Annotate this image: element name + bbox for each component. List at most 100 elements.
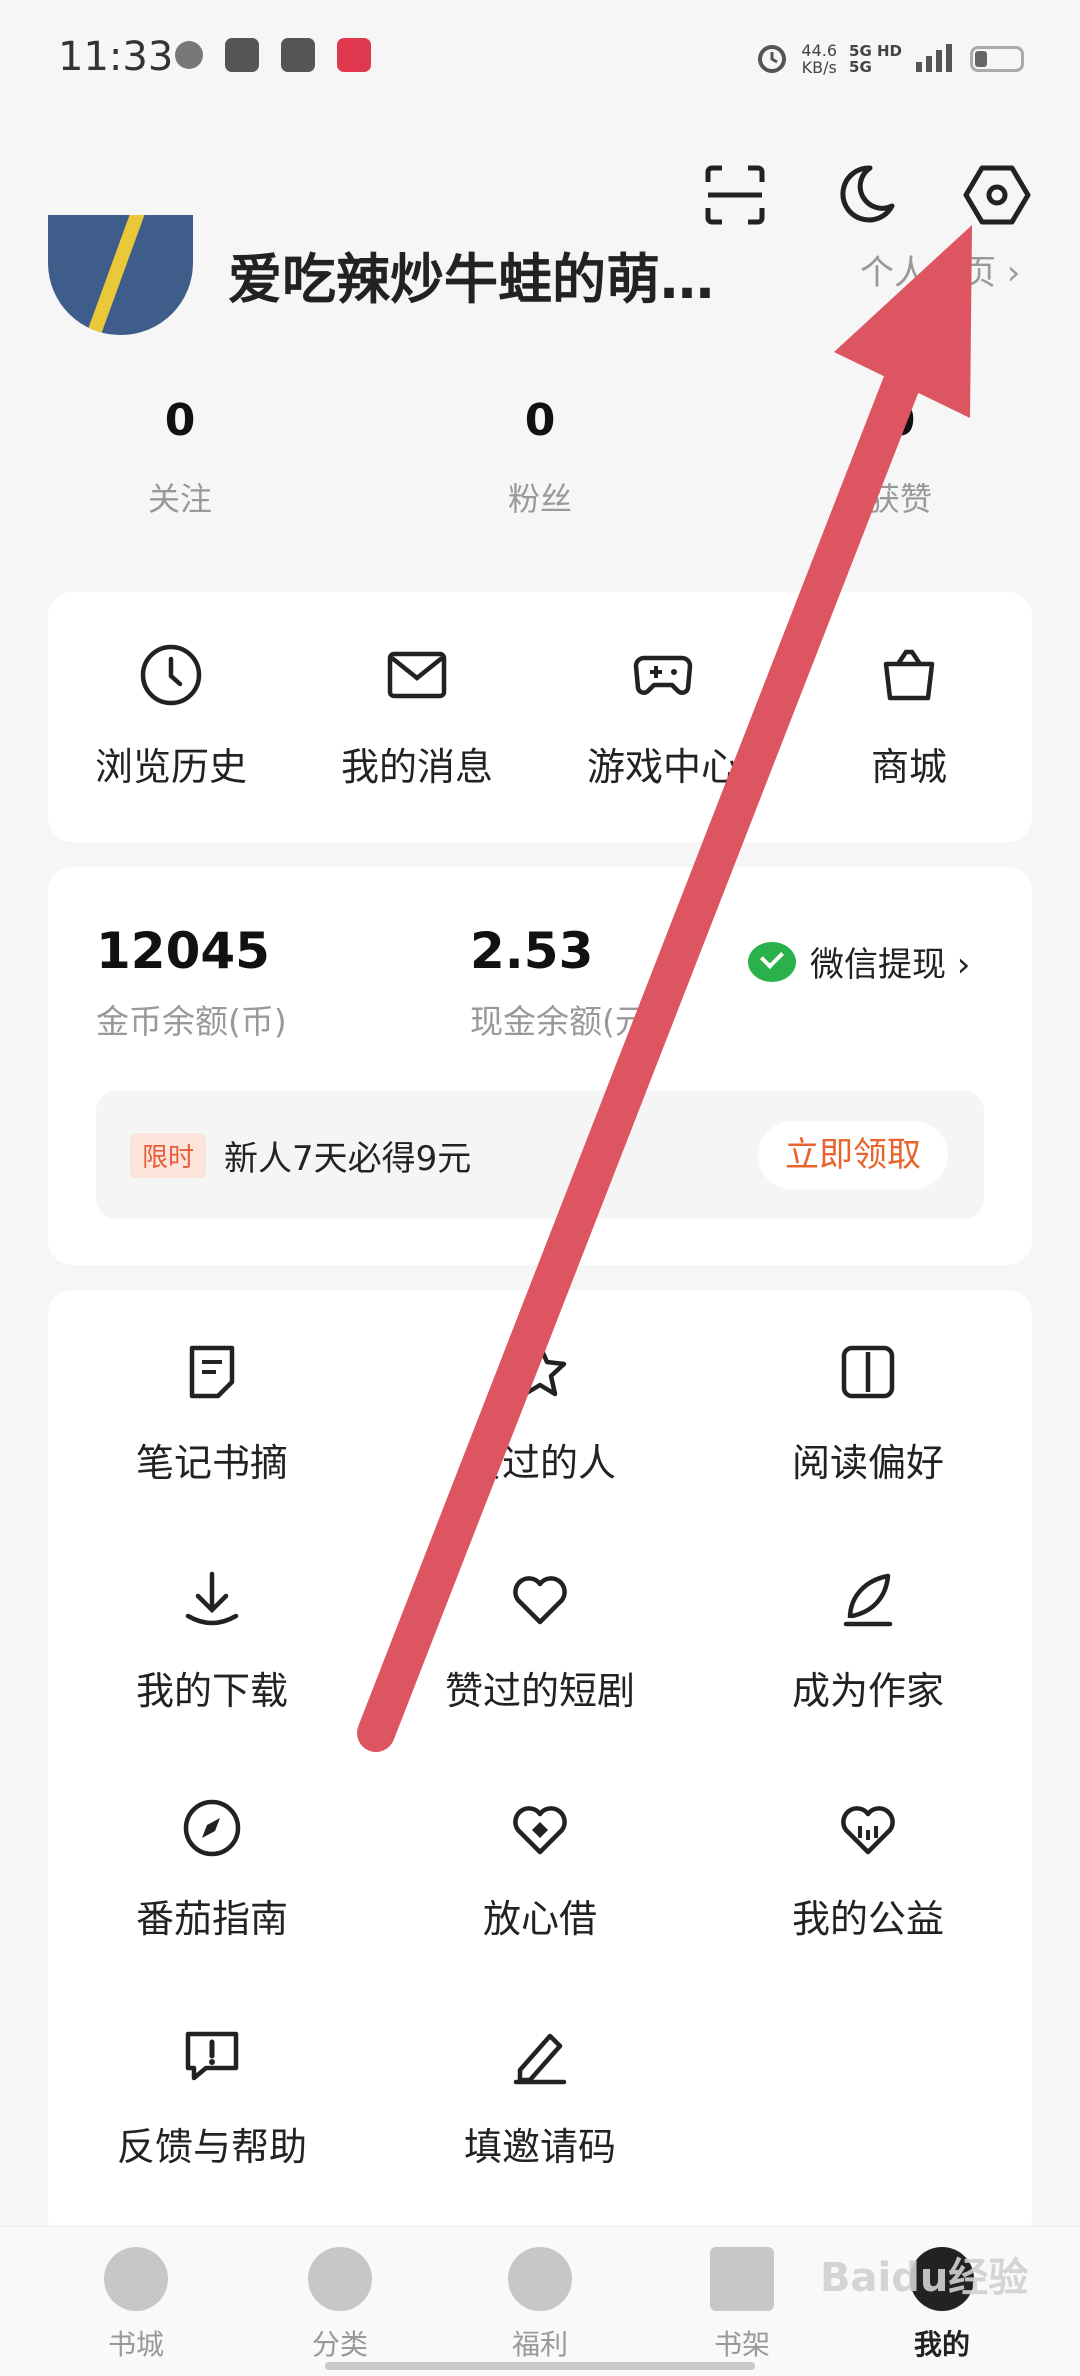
nav-tab-label: 书城 (107, 2328, 164, 2361)
bookshelf-icon (710, 2247, 774, 2311)
signal-bars-icon (914, 42, 958, 76)
features-grid-card: 笔记书摘 赞过的人 阅读偏好 我的下载 赞过的短剧 成为作家 番茄指南 放心借 … (48, 1290, 1032, 2240)
grid-item-label: 笔记书摘 (135, 1441, 288, 1485)
settings-icon (963, 165, 1031, 225)
quick-link-label: 商城 (870, 745, 947, 789)
nav-tab-label: 福利 (511, 2328, 568, 2361)
stat-label: 粉丝 (507, 480, 572, 518)
scan-button[interactable] (700, 160, 770, 230)
claim-button[interactable]: 立即领取 (758, 1121, 948, 1189)
grid-item-guide[interactable]: 番茄指南 (48, 1796, 376, 1943)
quick-link-label: 游戏中心 (586, 745, 739, 789)
category-icon (308, 2247, 372, 2311)
network-speed-unit: KB/s (801, 58, 837, 77)
status-time: 11:33 (58, 34, 174, 80)
grid-item-label: 成为作家 (791, 1669, 944, 1713)
home-indicator[interactable] (325, 2362, 755, 2370)
quick-link-label: 我的消息 (340, 745, 493, 789)
nav-tab-label: 分类 (311, 2328, 368, 2361)
download-icon (185, 1571, 239, 1626)
quick-link-messages[interactable]: 我的消息 (294, 642, 540, 791)
star-icon (513, 1343, 567, 1397)
promo-banner[interactable]: 限时 新人7天必得9元 立即领取 (96, 1091, 984, 1219)
grid-item-label: 填邀请码 (463, 2125, 616, 2169)
grid-item-feedback[interactable]: 反馈与帮助 (48, 2024, 376, 2171)
shield-icon (225, 38, 259, 72)
coin-balance-label: 金币余额(币) (96, 1002, 287, 1041)
grid-item-liked-people[interactable]: 赞过的人 (376, 1340, 704, 1487)
stat-label: 关注 (147, 480, 212, 518)
welfare-icon (508, 2247, 572, 2311)
grid-item-notes[interactable]: 笔记书摘 (48, 1340, 376, 1487)
coin-balance-value[interactable]: 12045 (96, 922, 270, 980)
feedback-icon (185, 2031, 239, 2081)
alarm-icon (755, 40, 789, 78)
grid-item-label: 放心借 (482, 1897, 597, 1941)
signal-label-bottom: 5G (849, 58, 872, 76)
stat-likes[interactable]: 0 获赞 (800, 395, 1000, 520)
quick-link-label: 浏览历史 (94, 745, 247, 789)
quill-icon (843, 1573, 893, 1627)
grid-item-charity[interactable]: 我的公益 (704, 1796, 1032, 1943)
nav-tab-category[interactable]: 分类 (240, 2247, 440, 2363)
compass-icon (183, 1799, 241, 1857)
wechat-icon (748, 941, 796, 982)
grid-item-downloads[interactable]: 我的下载 (48, 1568, 376, 1715)
username[interactable]: 爱吃辣炒牛蛙的萌… (228, 235, 714, 314)
scan-icon (705, 165, 765, 225)
nav-tab-bookshelf[interactable]: 书架 (642, 2247, 842, 2363)
grid-item-label: 阅读偏好 (791, 1441, 944, 1485)
battery-icon (970, 46, 1024, 72)
grid-item-loan[interactable]: 放心借 (376, 1796, 704, 1943)
grid-item-label: 赞过的短剧 (444, 1669, 635, 1713)
gamepad-icon (633, 655, 693, 695)
stat-followers[interactable]: 0 粉丝 (440, 395, 640, 520)
nav-tab-bookstore[interactable]: 书城 (36, 2247, 236, 2363)
charity-heart-icon (841, 1806, 895, 1855)
watermark: Baidu经验 (820, 2255, 1029, 2301)
status-bar: 11:33 44.6 KB/s 5G HD 5G (0, 0, 1080, 110)
cash-balance-value[interactable]: 2.53 (470, 922, 593, 980)
network-speed-value: 44.6 (801, 41, 838, 60)
wallet-card: 12045 金币余额(币) 2.53 现金余额(元) 微信提现 › 限时 新人7… (48, 867, 1032, 1265)
signal-label-top: 5G HD (849, 42, 902, 60)
heart-icon (513, 1576, 567, 1625)
grid-item-label: 我的公益 (791, 1897, 944, 1941)
book-icon (841, 1345, 895, 1399)
signal-label: 5G HD 5G (849, 43, 902, 75)
night-mode-button[interactable] (830, 160, 900, 230)
grid-item-reading-preferences[interactable]: 阅读偏好 (704, 1340, 1032, 1487)
grid-item-label: 赞过的人 (463, 1441, 616, 1485)
grid-item-invite-code[interactable]: 填邀请码 (376, 2024, 704, 2171)
app-notification-icon (337, 38, 371, 72)
stat-label: 获赞 (867, 480, 932, 518)
nav-tab-welfare[interactable]: 福利 (440, 2247, 640, 2363)
notification-icons (175, 38, 371, 72)
settings-button[interactable] (962, 160, 1032, 230)
grid-item-label: 我的下载 (135, 1669, 288, 1713)
grid-item-become-author[interactable]: 成为作家 (704, 1568, 1032, 1715)
quick-link-games[interactable]: 游戏中心 (540, 642, 786, 791)
mail-icon (387, 651, 447, 699)
quick-link-history[interactable]: 浏览历史 (48, 642, 294, 791)
nav-tab-label: 我的 (913, 2328, 970, 2361)
note-icon (189, 1345, 235, 1399)
wechat-withdraw-label: 微信提现 › (810, 945, 971, 985)
profile-homepage-link[interactable]: 个人主页 › (860, 245, 1020, 294)
wechat-withdraw-button[interactable]: 微信提现 › (748, 937, 970, 986)
grid-item-label: 反馈与帮助 (116, 2125, 307, 2169)
nav-tab-label: 书架 (713, 2328, 770, 2361)
bookstore-icon (104, 2247, 168, 2311)
quick-link-store[interactable]: 商城 (786, 642, 1032, 791)
clock-icon (140, 644, 202, 706)
stat-following[interactable]: 0 关注 (80, 395, 280, 520)
notification-app-icon (175, 41, 203, 69)
grid-item-liked-dramas[interactable]: 赞过的短剧 (376, 1568, 704, 1715)
quick-links-card: 浏览历史 我的消息 游戏中心 商城 (48, 592, 1032, 842)
status-right: 44.6 KB/s 5G HD 5G (755, 40, 1024, 78)
avatar[interactable] (48, 215, 193, 335)
train-icon (281, 38, 315, 72)
shopping-bag-icon (883, 649, 935, 701)
pencil-icon (513, 2033, 567, 2085)
grid-item-label: 番茄指南 (135, 1897, 288, 1941)
